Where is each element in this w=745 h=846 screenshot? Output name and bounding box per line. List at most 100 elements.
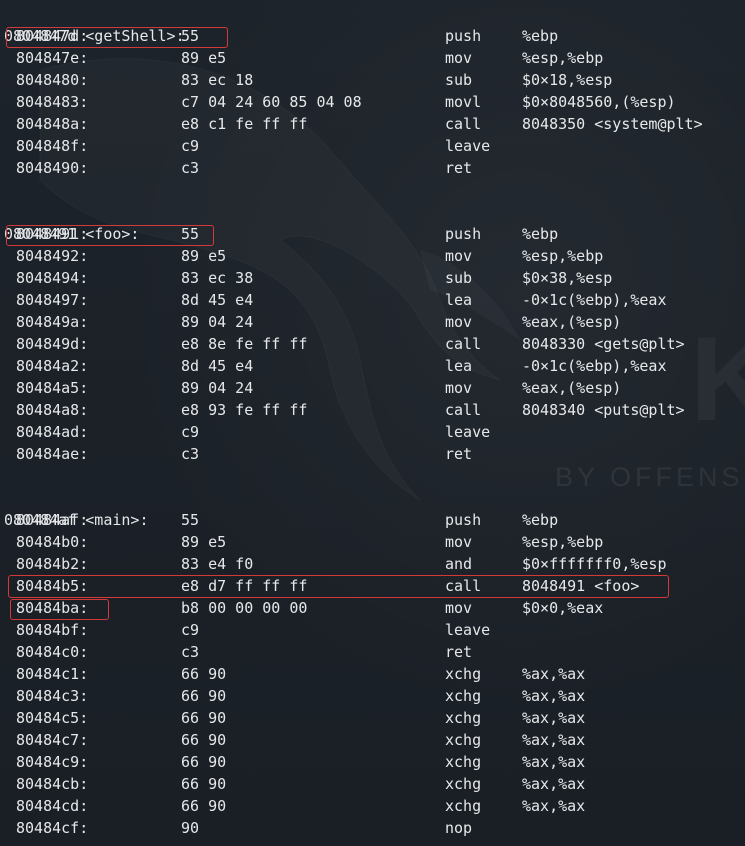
function-header-foo: 08048491 <foo>: xyxy=(0,201,745,243)
address: 80484af: xyxy=(16,511,89,529)
instruction-row: 80484a2: 8d 45 e4 lea -0×1c(%ebp),%eax xyxy=(0,355,745,377)
operands: %ax,%ax xyxy=(522,753,586,771)
address: 8048497: xyxy=(16,291,89,309)
mnemonic: leave xyxy=(445,423,491,441)
mnemonic: sub xyxy=(445,269,473,287)
instruction-row: 80484ad: c9 leave xyxy=(0,421,745,443)
instruction-row: 8048483: c7 04 24 60 85 04 08 movl $0×80485… xyxy=(0,91,745,113)
mnemonic: xchg xyxy=(445,775,482,793)
instruction-row: 80484ba: b8 00 00 00 00 mov $0×0,%eax xyxy=(0,597,745,619)
address: 80484cd: xyxy=(16,797,89,815)
operands: %ax,%ax xyxy=(522,775,586,793)
opcode-bytes: c7 04 24 60 85 04 08 xyxy=(181,93,362,111)
mnemonic: xchg xyxy=(445,753,482,771)
address: 80484a8: xyxy=(16,401,89,419)
opcode-bytes: 89 e5 xyxy=(181,49,227,67)
mnemonic: sub xyxy=(445,71,473,89)
mnemonic: push xyxy=(445,225,482,243)
mnemonic: leave xyxy=(445,621,491,639)
operands: %esp,%ebp xyxy=(522,247,604,265)
mnemonic: xchg xyxy=(445,797,482,815)
opcode-bytes: 66 90 xyxy=(181,665,227,683)
opcode-bytes: 66 90 xyxy=(181,797,227,815)
address: 804847e: xyxy=(16,49,89,67)
address: 8048480: xyxy=(16,71,89,89)
instruction-row: 80484b0: 89 e5 mov %esp,%ebp xyxy=(0,531,745,553)
instruction-row: 804848f: c9 leave xyxy=(0,135,745,157)
address: 80484cf: xyxy=(16,819,89,837)
opcode-bytes: c9 xyxy=(181,621,200,639)
instruction-row: 8048492: 89 e5 mov %esp,%ebp xyxy=(0,245,745,267)
instruction-row: 80484c1: 66 90 xchg %ax,%ax xyxy=(0,663,745,685)
opcode-bytes: 89 04 24 xyxy=(181,379,254,397)
mnemonic: lea xyxy=(445,291,473,309)
instruction-row: 80484c5: 66 90 xchg %ax,%ax xyxy=(0,707,745,729)
address: 80484ae: xyxy=(16,445,89,463)
opcode-bytes: 83 ec 18 xyxy=(181,71,254,89)
operands: %esp,%ebp xyxy=(522,49,604,67)
operands: %ebp xyxy=(522,511,559,529)
instruction-row: 80484c3: 66 90 xchg %ax,%ax xyxy=(0,685,745,707)
opcode-bytes: b8 00 00 00 00 xyxy=(181,599,308,617)
opcode-bytes: 90 xyxy=(181,819,200,837)
address: 80484c5: xyxy=(16,709,89,727)
operands: %ax,%ax xyxy=(522,665,586,683)
operands: $0×38,%esp xyxy=(522,269,613,287)
mnemonic: ret xyxy=(445,643,473,661)
instruction-row: 80484cf: 90 nop xyxy=(0,817,745,839)
address: 80484c9: xyxy=(16,753,89,771)
opcode-bytes: 66 90 xyxy=(181,687,227,705)
address: 80484c0: xyxy=(16,643,89,661)
mnemonic: call xyxy=(445,115,482,133)
opcode-bytes: 83 ec 38 xyxy=(181,269,254,287)
instruction-row: 80484cb: 66 90 xchg %ax,%ax xyxy=(0,773,745,795)
operands: %ax,%ax xyxy=(522,797,586,815)
opcode-bytes: 66 90 xyxy=(181,709,227,727)
address: 804849a: xyxy=(16,313,89,331)
highlight-box-call-foo xyxy=(8,575,669,598)
instruction-row: 804848a: e8 c1 fe ff ff call 8048350 <syste… xyxy=(0,113,745,135)
opcode-bytes: 89 e5 xyxy=(181,247,227,265)
opcode-bytes: c9 xyxy=(181,423,200,441)
mnemonic: xchg xyxy=(445,731,482,749)
mnemonic: push xyxy=(445,511,482,529)
address: 80484c3: xyxy=(16,687,89,705)
operands: %ax,%ax xyxy=(522,731,586,749)
disassembly-listing: 0804847d <getShell>: 804847d: 55 push %ebp … xyxy=(0,3,745,839)
operands: %esp,%ebp xyxy=(522,533,604,551)
instruction-row: 80484cd: 66 90 xchg %ax,%ax xyxy=(0,795,745,817)
operands: %eax,(%esp) xyxy=(522,313,622,331)
operands: %ax,%ax xyxy=(522,687,586,705)
opcode-bytes: 66 90 xyxy=(181,753,227,771)
operands: %ax,%ax xyxy=(522,709,586,727)
mnemonic: ret xyxy=(445,159,473,177)
instruction-row: 804849d: e8 8e fe ff ff call 8048330 <gets@… xyxy=(0,333,745,355)
opcode-bytes: e8 c1 fe ff ff xyxy=(181,115,308,133)
address: 8048492: xyxy=(16,247,89,265)
operands: 8048340 <puts@plt> xyxy=(522,401,685,419)
mnemonic: mov xyxy=(445,49,473,67)
instruction-row: 804849a: 89 04 24 mov %eax,(%esp) xyxy=(0,311,745,333)
instruction-row: 80484c0: c3 ret xyxy=(0,641,745,663)
instruction-row: 8048480: 83 ec 18 sub $0×18,%esp xyxy=(0,69,745,91)
address: 804848a: xyxy=(16,115,89,133)
address: 8048494: xyxy=(16,269,89,287)
operands: %ebp xyxy=(522,225,559,243)
instruction-row: 8048497: 8d 45 e4 lea -0×1c(%ebp),%eax xyxy=(0,289,745,311)
highlight-box-return-address xyxy=(10,599,109,620)
mnemonic: and xyxy=(445,555,473,573)
opcode-bytes: 83 e4 f0 xyxy=(181,555,254,573)
mnemonic: xchg xyxy=(445,687,482,705)
opcode-bytes: e8 8e fe ff ff xyxy=(181,335,308,353)
operands: 8048350 <system@plt> xyxy=(522,115,703,133)
instruction-row: 80484b2: 83 e4 f0 and $0×fffffff0,%esp xyxy=(0,553,745,575)
highlight-box-foo-entry xyxy=(6,225,214,246)
mnemonic: call xyxy=(445,401,482,419)
instruction-row: 804847e: 89 e5 mov %esp,%ebp xyxy=(0,47,745,69)
opcode-bytes: e8 93 fe ff ff xyxy=(181,401,308,419)
instruction-row: 80484a8: e8 93 fe ff ff call 8048340 <puts@… xyxy=(0,399,745,421)
operands: %ebp xyxy=(522,27,559,45)
address: 80484c1: xyxy=(16,665,89,683)
mnemonic: mov xyxy=(445,247,473,265)
